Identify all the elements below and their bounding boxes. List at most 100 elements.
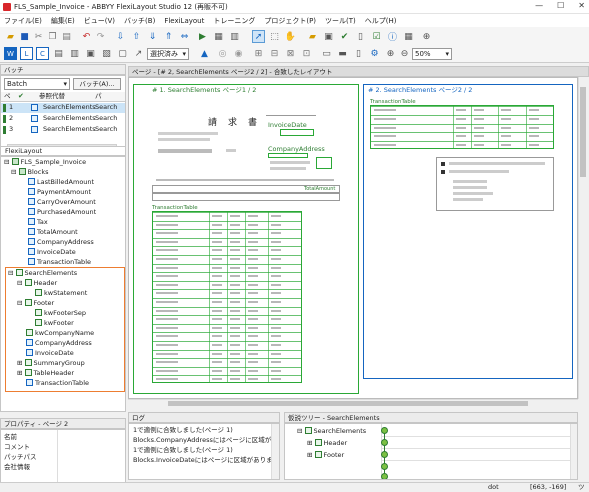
split-icon[interactable]: ⊞ — [252, 47, 265, 60]
tree-item[interactable]: TransactionTable — [26, 379, 89, 388]
tree-item[interactable]: CompanyAddress — [26, 339, 92, 348]
tree-item-searchelements[interactable]: ⊟ SearchElements — [8, 269, 77, 278]
tree-item[interactable]: PurchasedAmount — [28, 208, 96, 217]
actual-size-icon[interactable]: ▯ — [352, 47, 365, 60]
menu-help[interactable]: ヘルプ(H) — [365, 16, 397, 26]
check-page-icon[interactable]: ☑ — [370, 30, 383, 43]
maximize-button[interactable]: ☐ — [557, 1, 564, 10]
transaction-table[interactable] — [152, 211, 302, 383]
tree-item[interactable]: CompanyAddress — [28, 238, 94, 247]
company-address-box[interactable] — [268, 153, 308, 158]
arrow-icon[interactable]: ↗ — [132, 47, 145, 60]
save-icon[interactable]: ■ — [18, 30, 31, 43]
menu-flexilayout[interactable]: FlexiLayout — [164, 17, 204, 25]
tree-item-footer[interactable]: ⊟ Footer — [17, 299, 54, 308]
word-icon[interactable]: W — [4, 47, 17, 60]
property-batch-path[interactable]: パッチパス — [4, 453, 37, 462]
check-icon[interactable]: ✔ — [338, 30, 351, 43]
region-icon[interactable]: ⬚ — [268, 30, 281, 43]
export-icon[interactable]: ⇑ — [162, 30, 175, 43]
expand-icon[interactable]: ⊞ — [17, 369, 25, 377]
grid-icon[interactable]: ▦ — [212, 30, 225, 43]
tree-item[interactable]: LastBilledAmount — [28, 178, 94, 187]
tree-item[interactable]: kwFooter — [35, 319, 74, 328]
layout-icon[interactable]: ⊠ — [284, 47, 297, 60]
fit-width-icon[interactable]: ▬ — [336, 47, 349, 60]
tab-flexilayout[interactable]: FlexiLayout — [0, 146, 126, 156]
folder-icon[interactable]: ▰ — [306, 30, 319, 43]
table-row[interactable]: 1 SearchElements Search — [1, 103, 125, 113]
info-icon[interactable]: ⓘ — [386, 30, 399, 43]
hypothesis-node[interactable] — [381, 473, 388, 479]
tree-item[interactable]: CarryOverAmount — [28, 198, 96, 207]
separator-icon[interactable]: ▧ — [100, 47, 113, 60]
graduation-cap-icon[interactable]: ▲ — [198, 47, 211, 60]
expand-icon[interactable]: ⊞ — [307, 439, 315, 447]
collapse-icon[interactable]: ⊟ — [8, 269, 16, 277]
image-icon[interactable]: ▣ — [322, 30, 335, 43]
scroll-thumb[interactable] — [168, 401, 528, 406]
fit-page-icon[interactable]: ▭ — [320, 47, 333, 60]
column-reference[interactable]: 参照代替 — [39, 92, 65, 101]
tree-item[interactable]: InvoiceDate — [28, 248, 76, 257]
hypothesis-node[interactable] — [381, 451, 388, 458]
horizontal-scrollbar[interactable] — [128, 399, 578, 407]
copy-icon[interactable]: ❐ — [46, 30, 59, 43]
hypothesis-node[interactable] — [381, 439, 388, 446]
menu-project[interactable]: プロジェクト(P) — [264, 16, 316, 26]
tree-item-header[interactable]: ⊟ Header — [17, 279, 57, 288]
minimize-button[interactable]: — — [535, 1, 543, 10]
paste-icon[interactable]: ▤ — [60, 30, 73, 43]
tree-item-summarygroup[interactable]: ⊞ SummaryGroup — [17, 359, 85, 368]
tree-item-tableheader[interactable]: ⊞ TableHeader — [17, 369, 74, 378]
tree-item[interactable]: TotalAmount — [28, 228, 78, 237]
collapse-icon[interactable]: ⊟ — [4, 158, 12, 166]
tree-item[interactable]: PaymentAmount — [28, 188, 91, 197]
hypothesis-node[interactable] — [381, 427, 388, 434]
vertical-scrollbar[interactable] — [570, 424, 577, 479]
shrink-icon[interactable]: ⊟ — [268, 47, 281, 60]
vertical-scrollbar[interactable] — [578, 77, 586, 399]
expand-icon[interactable]: ⊞ — [17, 359, 25, 367]
close-button[interactable]: ✕ — [578, 1, 585, 10]
character-icon[interactable]: C — [36, 47, 49, 60]
property-name[interactable]: 名前 — [4, 433, 17, 442]
import-icon[interactable]: ⇓ — [146, 30, 159, 43]
page-icon[interactable]: ▯ — [354, 30, 367, 43]
hypothesis-item[interactable]: ⊞ Footer — [307, 451, 344, 460]
object-icon[interactable]: ▤ — [52, 47, 65, 60]
table-icon[interactable]: ▦ — [402, 30, 415, 43]
page-canvas[interactable]: # 1. SearchElements ページ1 / 2 請 求 書 Invoi… — [128, 77, 578, 399]
rect-icon[interactable]: ▢ — [116, 47, 129, 60]
collapse-icon[interactable]: ⊟ — [17, 279, 25, 287]
menu-tools[interactable]: ツール(T) — [325, 16, 356, 26]
menu-edit[interactable]: 編集(E) — [51, 16, 75, 26]
block-icon[interactable]: ◎ — [216, 47, 229, 60]
page-2-frame[interactable]: # 2. SearchElements ページ2 / 2 Transaction… — [363, 84, 573, 379]
table-row[interactable]: 2 SearchElements Search — [1, 114, 125, 124]
tree-item[interactable]: Tax — [28, 218, 48, 227]
tree-item[interactable]: kwStatement — [35, 289, 87, 298]
collapse-icon[interactable]: ⊟ — [17, 299, 25, 307]
open-folder-icon[interactable]: ▰ — [4, 30, 17, 43]
zoom-in-button-icon[interactable]: ⊕ — [384, 47, 397, 60]
select-pointer-icon[interactable]: ➚ — [252, 30, 265, 43]
page-1-frame[interactable]: # 1. SearchElements ページ1 / 2 請 求 書 Invoi… — [133, 84, 359, 394]
tree-item-blocks[interactable]: ⊟ Blocks — [11, 168, 48, 177]
window-icon[interactable]: ⊡ — [300, 47, 313, 60]
undo-icon[interactable]: ↶ — [80, 30, 93, 43]
target-icon[interactable]: ◉ — [232, 47, 245, 60]
scroll-thumb[interactable] — [580, 87, 586, 177]
collapse-icon[interactable]: ⊟ — [297, 427, 305, 435]
tree-item[interactable]: kwFooterSep — [35, 309, 86, 318]
list-icon[interactable]: ▥ — [228, 30, 241, 43]
redo-icon[interactable]: ↷ — [94, 30, 107, 43]
run-icon[interactable]: ▶ — [196, 30, 209, 43]
column-page[interactable]: ペ — [4, 92, 11, 101]
hypothesis-node[interactable] — [381, 463, 388, 470]
settings-icon[interactable]: ⚙ — [368, 47, 381, 60]
hypothesis-item[interactable]: ⊟ SearchElements — [297, 427, 366, 436]
zoom-select[interactable]: 50% ▾ — [412, 48, 452, 60]
batch-button[interactable]: バッチ(A)... — [73, 78, 121, 90]
table-row[interactable]: 3 SearchElements Search — [1, 125, 125, 135]
